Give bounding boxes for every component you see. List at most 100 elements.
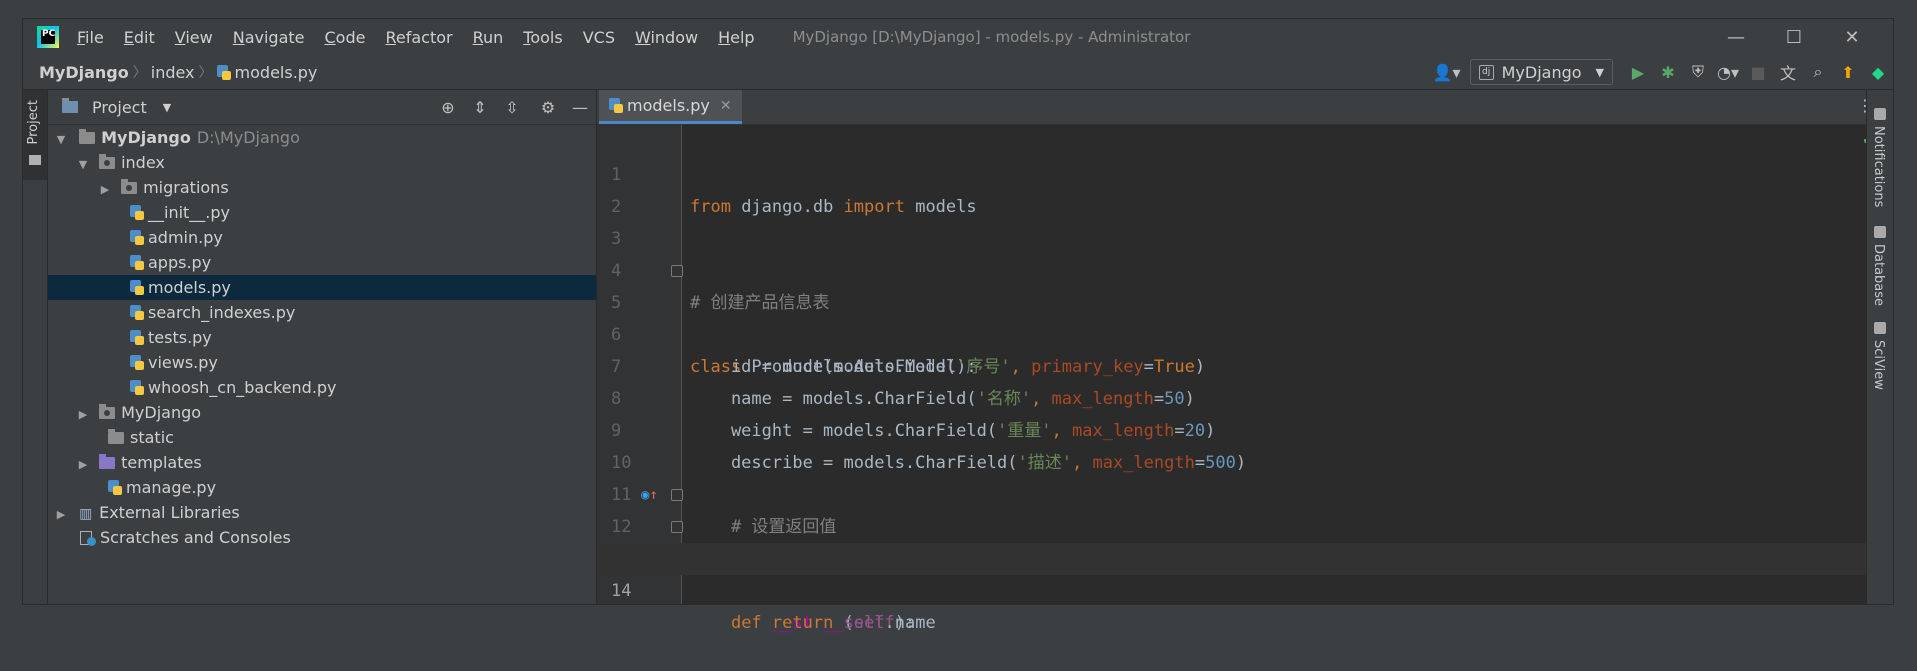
user-icon[interactable]: 👤▾ (1432, 63, 1462, 82)
tree-item-label: search_indexes.py (148, 303, 296, 322)
tab-models-py[interactable]: models.py ✕ (599, 90, 742, 124)
fold-icon[interactable] (671, 265, 683, 277)
menu-refactor[interactable]: Refactor (375, 28, 462, 47)
menu-edit[interactable]: Edit (114, 28, 165, 47)
tree-root-path: D:\MyDjango (196, 128, 300, 147)
chevron-right-icon[interactable]: ▶ (98, 177, 112, 202)
line-number: 14 (611, 581, 632, 601)
breadcrumb-folder[interactable]: index (151, 63, 195, 82)
fold-end-icon[interactable] (671, 521, 683, 533)
code-line: 11 # 设置返回值 (597, 447, 1885, 537)
menu-code[interactable]: Code (315, 28, 376, 47)
project-panel-title[interactable]: Project (92, 98, 147, 117)
tree-item-manage[interactable]: manage.py (48, 475, 596, 500)
tree-item-search-indexes[interactable]: search_indexes.py (48, 300, 596, 325)
tree-item-scratches[interactable]: Scratches and Consoles (48, 525, 596, 550)
run-icon[interactable]: ▶ (1623, 63, 1653, 82)
chevron-right-icon[interactable]: ▶ (54, 502, 68, 527)
tree-item-templates[interactable]: ▶ templates (48, 450, 596, 475)
sciview-icon[interactable] (1874, 322, 1886, 334)
menu-view[interactable]: View (165, 28, 223, 47)
python-file-icon (130, 205, 144, 220)
code-area[interactable]: ✔ 1 from django.db import models 2 3 4 #… (597, 125, 1885, 633)
python-file-icon (108, 480, 122, 495)
chevron-down-icon: ▼ (1595, 65, 1604, 79)
tree-item-admin[interactable]: admin.py (48, 225, 596, 250)
run-configuration-select[interactable]: dj MyDjango ▼ (1469, 59, 1613, 85)
breadcrumb-file[interactable]: models.py (235, 63, 318, 82)
hide-panel-icon[interactable]: — (564, 98, 596, 117)
tree-item-external-libraries[interactable]: ▶ ▥ External Libraries (48, 500, 596, 525)
tree-item-label: whoosh_cn_backend.py (148, 378, 337, 397)
database-tab[interactable]: Database (1871, 244, 1886, 306)
window-title: MyDjango [D:\MyDjango] - models.py - Adm… (792, 28, 1191, 46)
python-file-icon (609, 98, 623, 113)
tree-item-label: static (130, 428, 174, 447)
chevron-down-icon[interactable]: ▼ (76, 152, 90, 177)
search-icon[interactable]: ⌕ (1803, 62, 1833, 82)
collapse-all-icon[interactable]: ⇳ (496, 98, 528, 117)
breadcrumb-separator: 〉 (132, 65, 147, 81)
translate-icon[interactable]: 文 (1773, 60, 1803, 84)
jetbrains-icon[interactable]: ◆ (1863, 63, 1893, 82)
tree-item-label: tests.py (148, 328, 212, 347)
bell-icon[interactable] (1874, 108, 1886, 120)
menu-run[interactable]: Run (463, 28, 514, 47)
override-marker-icon[interactable]: ◉↑ (641, 479, 658, 511)
fold-icon[interactable] (671, 489, 683, 501)
tree-item-migrations[interactable]: ▶ migrations (48, 175, 596, 200)
tree-item-index[interactable]: ▼ index (48, 150, 596, 175)
breadcrumb-project[interactable]: MyDjango (39, 63, 129, 82)
tree-item-label: models.py (148, 278, 231, 297)
menu-tools[interactable]: Tools (513, 28, 572, 47)
notifications-tab[interactable]: Notifications (1871, 126, 1886, 207)
chevron-down-icon[interactable]: ▼ (54, 127, 68, 152)
menu-help[interactable]: Help (708, 28, 764, 47)
expand-all-icon[interactable]: ⇕ (464, 98, 496, 117)
tree-item-tests[interactable]: tests.py (48, 325, 596, 350)
chevron-down-icon[interactable]: ▼ (163, 101, 171, 114)
tree-item-mydjango[interactable]: ▶ MyDjango (48, 400, 596, 425)
tree-item-init[interactable]: __init__.py (48, 200, 596, 225)
project-tool-tab[interactable]: Project (23, 90, 47, 180)
debug-icon[interactable]: ✱ (1653, 63, 1683, 82)
minimize-button[interactable]: — (1707, 27, 1765, 48)
tree-root[interactable]: ▼ MyDjango D:\MyDjango (48, 125, 596, 150)
tab-label: models.py (627, 96, 710, 115)
tree-item-static[interactable]: static (48, 425, 596, 450)
close-button[interactable]: ✕ (1823, 27, 1881, 48)
menu-window[interactable]: Window (625, 28, 708, 47)
menu-vcs[interactable]: VCS (573, 28, 625, 47)
coverage-icon[interactable]: ⛨ (1683, 62, 1713, 82)
folder-icon (79, 129, 96, 144)
scratches-icon (80, 531, 96, 546)
gear-icon[interactable]: ⚙ (532, 98, 564, 117)
locate-file-icon[interactable]: ⊕ (432, 98, 464, 117)
tree-item-apps[interactable]: apps.py (48, 250, 596, 275)
menu-file[interactable]: File (67, 28, 114, 47)
code-line: 6 id = models.AutoField('序号', primary_ke… (597, 287, 1885, 377)
tree-item-views[interactable]: views.py (48, 350, 596, 375)
sciview-tab[interactable]: SciView (1871, 340, 1886, 390)
database-icon[interactable] (1874, 226, 1886, 238)
chevron-right-icon[interactable]: ▶ (76, 402, 90, 427)
maximize-button[interactable]: ☐ (1765, 27, 1823, 48)
package-icon (99, 154, 116, 169)
menu-bar: PC File Edit View Navigate Code Refactor… (23, 19, 1893, 55)
tree-item-models[interactable]: models.py (48, 275, 596, 300)
package-icon (121, 179, 138, 194)
tree-item-label: templates (121, 453, 202, 472)
update-icon[interactable]: ⬆ (1833, 63, 1863, 82)
left-tool-stripe: Project (23, 90, 48, 604)
profile-icon[interactable]: ◔▾ (1713, 63, 1743, 82)
project-panel: Project ▼ ⊕ ⇕ ⇳ ⚙ — ▼ MyDjango D:\MyDjang… (48, 90, 597, 604)
navigation-bar: MyDjango 〉 index 〉 models.py 👤▾ dj MyDja… (23, 55, 1893, 90)
tree-item-whoosh[interactable]: whoosh_cn_backend.py (48, 375, 596, 400)
chevron-right-icon[interactable]: ▶ (76, 452, 90, 477)
stop-icon[interactable]: ■ (1743, 63, 1773, 82)
menu-navigate[interactable]: Navigate (223, 28, 315, 47)
pycharm-logo-icon[interactable]: PC (37, 26, 59, 48)
close-tab-icon[interactable]: ✕ (720, 98, 732, 114)
main-toolbar: 👤▾ dj MyDjango ▼ ▶ ✱ ⛨ ◔▾ ■ 文 ⌕ ⬆ ◆ (1432, 55, 1893, 89)
tree-item-label: admin.py (148, 228, 223, 247)
